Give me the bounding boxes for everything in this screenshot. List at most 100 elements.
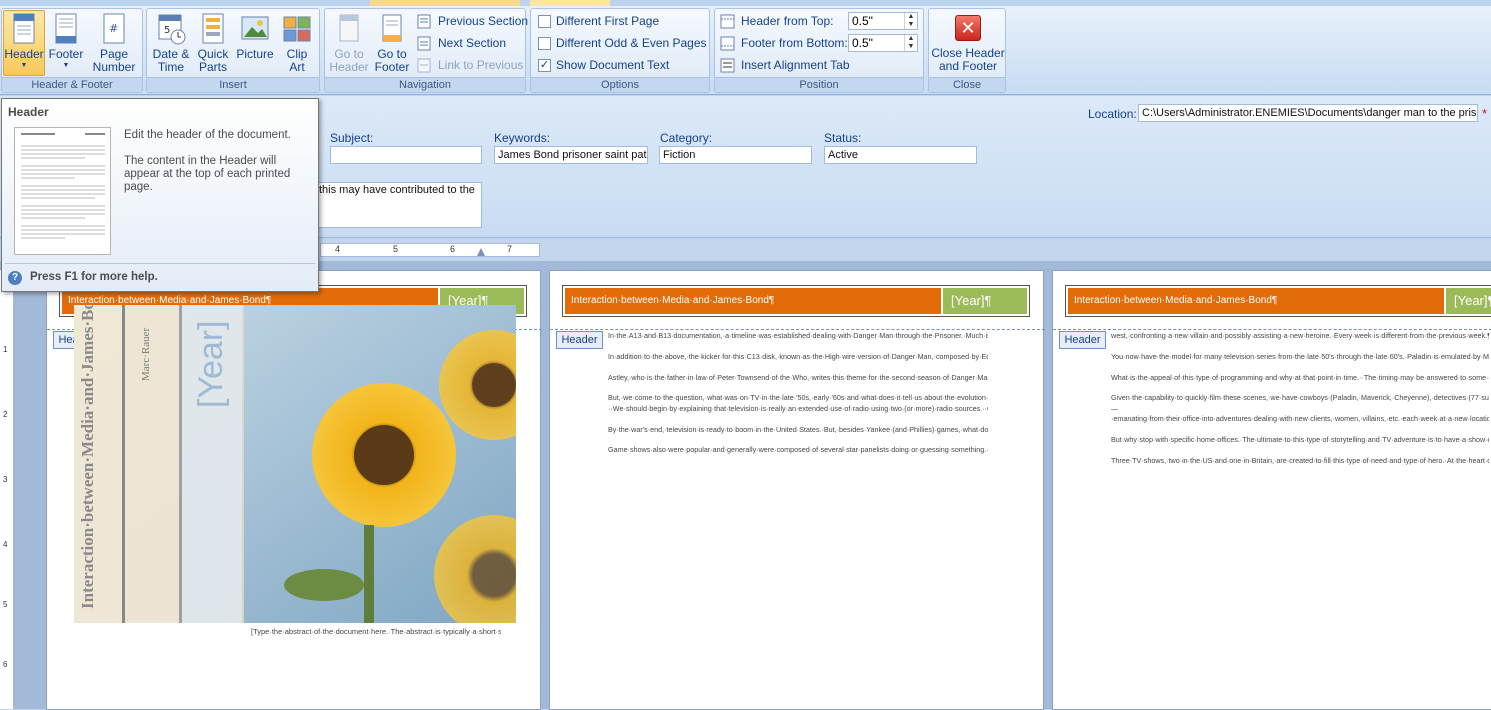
location-field[interactable]: C:\Users\Administrator.ENEMIES\Documents… — [1138, 104, 1478, 122]
subject-field[interactable] — [330, 146, 482, 164]
footer-from-bottom-row: Footer from Bottom: — [720, 34, 848, 52]
cover-vertical-author[interactable]: Marc·Rauer — [140, 309, 162, 399]
tooltip-description: Edit the header of the document. — [124, 129, 291, 141]
different-first-page-label: Different First Page — [556, 14, 660, 28]
header-from-top-value[interactable]: 0.5" — [852, 14, 873, 28]
ruler-mark: 6 — [3, 660, 8, 669]
chevron-down-icon: ▼ — [20, 62, 28, 69]
svg-text:5: 5 — [164, 25, 170, 36]
cover-abstract[interactable]: [Type·the·abstract·of·the·document·here.… — [251, 627, 501, 707]
group-header-footer: Header ▼ Footer ▼ # Page Number Header &… — [1, 8, 143, 93]
header-title-text[interactable]: Interaction·between·Media·and·James·Bond… — [1068, 288, 1444, 314]
ruler-mark: 6 — [450, 244, 456, 254]
go-to-header-button[interactable]: Go to Header — [327, 13, 371, 74]
header-from-top-spinner[interactable]: 0.5" ▲ ▼ — [848, 12, 918, 30]
footer-button-label: Footer — [48, 47, 84, 61]
group-navigation: Go to Header Go to Footer Previous Secti… — [324, 8, 528, 93]
previous-section-label: Previous Section — [438, 14, 529, 28]
header-title-text[interactable]: Interaction·between·Media·and·James·Bond… — [565, 288, 941, 314]
ruler-mark: 1 — [3, 345, 8, 354]
different-odd-even-checkbox[interactable]: Different Odd & Even Pages — [538, 34, 707, 52]
page-2[interactable]: Interaction·between·Media·and·James·Bond… — [549, 270, 1045, 710]
tab-glow — [370, 0, 520, 6]
group-close: ✕ Close Header and Footer Close — [928, 8, 1006, 93]
link-to-previous-button[interactable]: Link to Previous — [417, 56, 523, 74]
ruler-mark: 2 — [3, 410, 8, 419]
insert-alignment-tab-button[interactable]: Insert Alignment Tab — [720, 56, 850, 74]
close-header-footer-label: Close Header and Footer — [931, 46, 1005, 73]
page-number-button[interactable]: # Page Number — [88, 13, 140, 74]
checkbox-box[interactable] — [538, 36, 551, 50]
keywords-field[interactable]: James Bond prisoner saint patri — [494, 146, 648, 164]
close-header-footer-button[interactable]: ✕ Close Header and Footer — [931, 15, 1005, 73]
group-insert: 5 Date & Time Quick Parts Picture Clip A… — [146, 8, 320, 93]
link-to-previous-label: Link to Previous — [438, 58, 524, 72]
different-first-page-checkbox[interactable]: Different First Page — [538, 12, 659, 30]
category-label: Category: — [660, 131, 713, 145]
header-year-text[interactable]: [Year]¶ — [943, 288, 1027, 314]
link-icon — [417, 58, 433, 73]
header-button-label: Header — [4, 47, 44, 61]
footer-from-bottom-label: Footer from Bottom: — [741, 36, 848, 50]
header-button[interactable]: Header ▼ — [3, 13, 45, 70]
category-field[interactable]: Fiction — [659, 146, 812, 164]
tab-design-active[interactable] — [530, 0, 610, 6]
checkbox-checked[interactable]: ✓ — [538, 58, 551, 72]
header-year-text[interactable]: [Year]¶ — [1446, 288, 1491, 314]
tooltip-title: Header — [8, 105, 49, 119]
comments-field[interactable]: this may have contributed to the — [300, 182, 482, 228]
page-cover[interactable]: Interaction·between·Media·and·James·Bond… — [46, 270, 542, 710]
page-header-bar[interactable]: Interaction·between·Media·and·James·Bond… — [1065, 285, 1491, 317]
date-time-button[interactable]: 5 Date & Time — [151, 13, 191, 74]
group-label-insert: Insert — [147, 77, 319, 92]
cover-image[interactable]: Interaction·between·Media·and·James·Bond… — [74, 305, 516, 623]
footer-button[interactable]: Footer ▼ — [46, 13, 86, 70]
group-label-close: Close — [929, 77, 1005, 92]
status-field[interactable]: Active — [824, 146, 977, 164]
header-tag: Header — [1059, 331, 1106, 349]
different-odd-even-label: Different Odd & Even Pages — [556, 36, 707, 50]
location-label: Location: — [1088, 107, 1137, 121]
footer-icon — [51, 13, 81, 45]
cover-vertical-year[interactable]: [Year] — [192, 309, 232, 419]
group-label-navigation: Navigation — [325, 77, 525, 92]
checkbox-box[interactable] — [538, 14, 551, 28]
quick-parts-button[interactable]: Quick Parts — [193, 13, 233, 74]
footer-position-icon — [720, 36, 736, 51]
go-to-footer-button[interactable]: Go to Footer — [371, 13, 413, 74]
previous-section-icon — [417, 14, 433, 29]
keywords-label: Keywords: — [494, 131, 551, 145]
tooltip-help-text: Press F1 for more help. — [30, 271, 158, 283]
footer-from-bottom-spinner[interactable]: 0.5" ▲ ▼ — [848, 34, 918, 52]
insert-alignment-tab-label: Insert Alignment Tab — [741, 58, 850, 72]
show-document-text-checkbox[interactable]: ✓ Show Document Text — [538, 56, 669, 74]
horizontal-ruler[interactable]: 4 5 6 7 — [320, 243, 540, 257]
spinner-arrows-icon[interactable]: ▲ ▼ — [904, 35, 917, 51]
clip-art-button[interactable]: Clip Art — [278, 13, 316, 74]
group-label-header-footer: Header & Footer — [2, 77, 142, 92]
next-section-button[interactable]: Next Section — [417, 34, 506, 52]
page-number-icon: # — [99, 13, 129, 45]
footer-from-bottom-value[interactable]: 0.5" — [852, 36, 873, 50]
required-mark: * — [1482, 106, 1488, 121]
subject-label: Subject: — [330, 131, 374, 145]
alignment-tab-icon — [720, 58, 736, 73]
clip-art-icon — [282, 13, 312, 45]
next-section-label: Next Section — [438, 36, 507, 50]
vertical-ruler[interactable]: 1 2 3 4 5 6 — [0, 270, 14, 709]
picture-icon — [240, 13, 270, 45]
page-header-bar[interactable]: Interaction·between·Media·and·James·Bond… — [562, 285, 1030, 317]
tooltip-preview-thumbnail — [14, 127, 111, 255]
go-to-footer-icon — [377, 13, 407, 45]
page-body-text[interactable]: west,·confronting·a·new·villain·and·poss… — [1111, 331, 1489, 709]
indent-marker-icon[interactable] — [477, 248, 485, 256]
page-3[interactable]: Interaction·between·Media·and·James·Bond… — [1052, 270, 1491, 710]
picture-button[interactable]: Picture — [234, 13, 276, 61]
previous-section-button[interactable]: Previous Section — [417, 12, 528, 30]
tooltip-separator — [5, 263, 315, 264]
svg-text:#: # — [109, 22, 118, 35]
page-body-text[interactable]: In·the·A13·and·B13·documentation,·a·time… — [608, 331, 988, 709]
cover-vertical-title[interactable]: Interaction·between·Media·and·James·Bond — [78, 305, 118, 609]
show-document-text-label: Show Document Text — [556, 58, 670, 72]
spinner-arrows-icon[interactable]: ▲ ▼ — [904, 13, 917, 29]
